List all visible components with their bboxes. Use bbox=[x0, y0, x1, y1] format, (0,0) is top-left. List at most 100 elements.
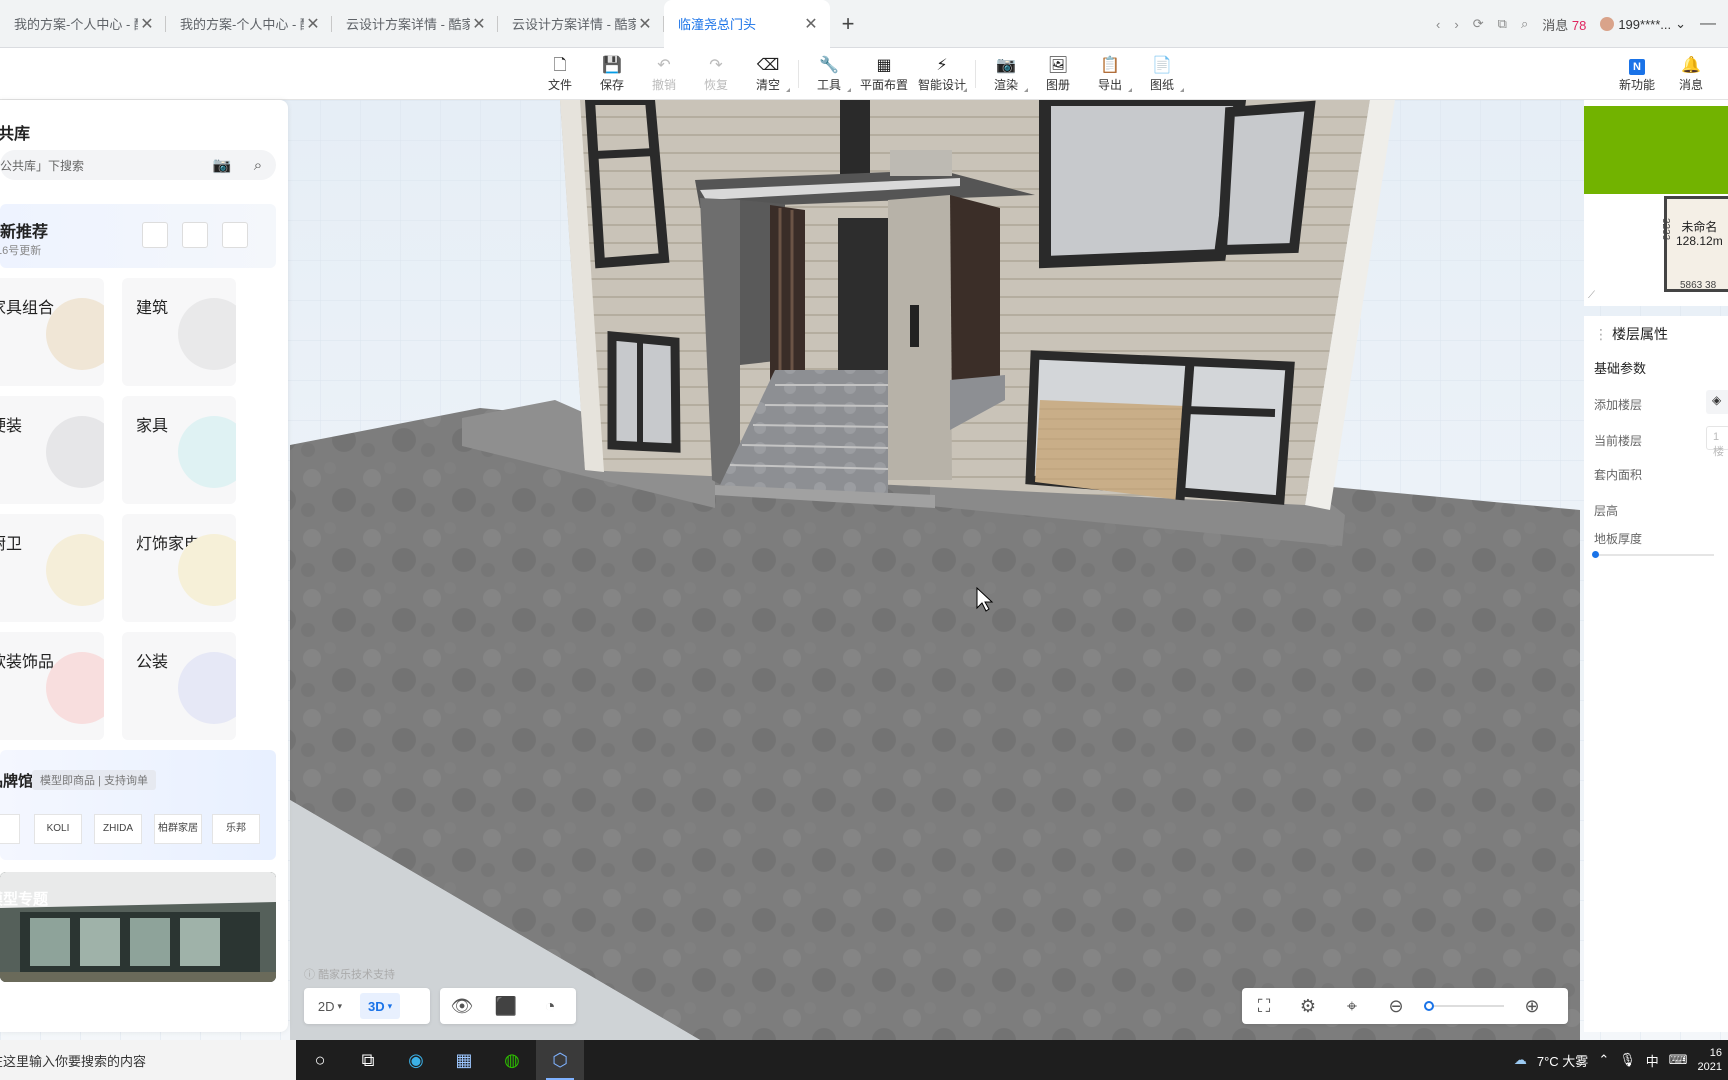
current-floor-select[interactable]: 1楼 bbox=[1706, 426, 1728, 458]
resize-handle-icon[interactable]: ⟋ bbox=[1588, 290, 1595, 301]
close-icon[interactable]: ✕ bbox=[304, 14, 322, 34]
browser-tab[interactable]: 我的方案-个人中心 - 酷家 ✕ bbox=[166, 0, 332, 48]
brand-logo[interactable] bbox=[0, 814, 20, 844]
browser-tab[interactable]: 云设计方案详情 - 酷家乐 ✕ bbox=[332, 0, 498, 48]
clear-button[interactable]: ⌫ 清空 bbox=[742, 48, 794, 100]
taskbar-search[interactable]: 在这里输入你要搜索的内容 bbox=[0, 1040, 296, 1080]
focus-icon[interactable]: ⌖ bbox=[1330, 988, 1374, 1024]
cortana-icon[interactable]: ○ bbox=[296, 1040, 344, 1080]
chevron-up-icon[interactable]: ⌃ bbox=[1598, 1052, 1609, 1068]
category-commercial[interactable]: 公装 bbox=[122, 632, 236, 740]
clock[interactable]: 16 2021 bbox=[1698, 1046, 1722, 1074]
taskbar-search-input[interactable]: 在这里输入你要搜索的内容 bbox=[0, 1051, 146, 1070]
album-button[interactable]: 🖼 图册 bbox=[1032, 48, 1084, 100]
category-soft-decor[interactable]: 软装饰品 bbox=[0, 632, 104, 740]
minimize-icon[interactable]: — bbox=[1700, 15, 1716, 33]
message-indicator[interactable]: 消息 78 bbox=[1542, 15, 1586, 34]
user-menu[interactable]: 199****... ⌄ bbox=[1600, 16, 1686, 32]
camera-settings-icon[interactable]: ⚙ bbox=[1286, 988, 1330, 1024]
wechat-icon[interactable]: ◍ bbox=[488, 1040, 536, 1080]
browser-tab[interactable]: 云设计方案详情 - 酷家乐 ✕ bbox=[498, 0, 664, 48]
export-button[interactable]: 📋 导出 bbox=[1084, 48, 1136, 100]
zoom-out-icon[interactable]: ⊖ bbox=[1374, 988, 1418, 1024]
add-floor-button[interactable]: ◈ bbox=[1706, 390, 1728, 414]
chair-icon bbox=[178, 416, 236, 488]
zoom-handle[interactable] bbox=[1424, 1001, 1434, 1011]
gauge-icon[interactable]: ◔ bbox=[528, 988, 572, 1024]
brand-logo[interactable]: 乐邦 bbox=[212, 814, 260, 844]
category-hard-decor[interactable]: 硬装 bbox=[0, 396, 104, 504]
recommend-thumb[interactable] bbox=[182, 222, 208, 248]
brand-logo[interactable]: 柏群家居 bbox=[154, 814, 202, 844]
tech-support-text: 酷家乐技术支持 bbox=[318, 969, 396, 981]
notifications-button[interactable]: 🔔 消息 bbox=[1664, 48, 1718, 100]
close-icon[interactable]: ✕ bbox=[138, 14, 156, 34]
drag-handle-icon[interactable]: ⋮ bbox=[1594, 326, 1608, 342]
kujiale-app-icon[interactable]: ⬡ bbox=[536, 1040, 584, 1080]
3d-button[interactable]: 3D ▾ bbox=[360, 993, 401, 1019]
model-topic-banner[interactable]: 模型专题 bbox=[0, 872, 276, 982]
undo-button[interactable]: ↶ 撤销 bbox=[638, 48, 690, 100]
topic-title: 模型专题 bbox=[0, 891, 49, 908]
close-icon[interactable]: ✕ bbox=[636, 14, 654, 34]
new-tab-button[interactable]: + bbox=[830, 11, 866, 37]
recommend-thumb[interactable] bbox=[142, 222, 168, 248]
caret-icon bbox=[963, 88, 967, 92]
save-button[interactable]: 💾 保存 bbox=[586, 48, 638, 100]
microphone-icon[interactable]: 🎙 bbox=[1619, 1052, 1636, 1068]
browser-right-controls: ‹ › ⟳ ⧉ ⌕ 消息 78 199****... ⌄ — bbox=[1436, 0, 1728, 48]
recommend-thumb[interactable] bbox=[222, 222, 248, 248]
category-architecture[interactable]: 建筑 bbox=[122, 278, 236, 386]
redo-button[interactable]: ↷ 恢复 bbox=[690, 48, 742, 100]
current-floor-value: 1楼 bbox=[1713, 431, 1724, 458]
close-icon[interactable]: ✕ bbox=[802, 14, 820, 34]
smart-design-button[interactable]: ⚡ 智能设计 bbox=[913, 48, 971, 100]
calculator-icon[interactable]: ▦ bbox=[440, 1040, 488, 1080]
close-icon[interactable]: ✕ bbox=[470, 14, 488, 34]
edge-icon[interactable]: ◉ bbox=[392, 1040, 440, 1080]
fit-view-icon[interactable]: ⛶ bbox=[1242, 988, 1286, 1024]
search-icon[interactable]: ⌕ bbox=[240, 157, 276, 174]
brand-hall[interactable]: 品牌馆 模型即商品 | 支持询单 KOLI ZHIDA 柏群家居 乐邦 bbox=[0, 750, 276, 860]
render-button[interactable]: 📷 渲染 bbox=[980, 48, 1032, 100]
library-search[interactable]: 「公共库」下搜索 📷 ⌕ bbox=[0, 150, 276, 180]
keyboard-icon[interactable]: ⌨ bbox=[1669, 1052, 1688, 1068]
row-floor-height: 层高 bbox=[1594, 504, 1619, 518]
floor-thickness-slider[interactable] bbox=[1592, 551, 1714, 558]
minimap-dimension: 5863 38 bbox=[1680, 280, 1716, 291]
weather-text[interactable]: 7°C 大雾 bbox=[1537, 1051, 1588, 1070]
layout-button[interactable]: ▦ 平面布置 bbox=[855, 48, 913, 100]
eye-icon[interactable]: 👁 bbox=[440, 988, 484, 1024]
screenshot-icon[interactable]: ⧉ bbox=[1498, 16, 1507, 32]
refresh-icon[interactable]: ⟳ bbox=[1473, 16, 1484, 32]
2d-button[interactable]: 2D ▾ bbox=[304, 988, 356, 1024]
category-furniture[interactable]: 家具 bbox=[122, 396, 236, 504]
cube-icon[interactable]: ⬛ bbox=[484, 988, 528, 1024]
search-icon[interactable]: ⌕ bbox=[1521, 16, 1528, 32]
category-furniture-set[interactable]: 家具组合 bbox=[0, 278, 104, 386]
chevron-down-icon: ⌄ bbox=[1675, 16, 1686, 31]
zoom-in-icon[interactable]: ⊕ bbox=[1510, 988, 1554, 1024]
layers-icon: ◈ bbox=[1712, 393, 1722, 407]
search-input[interactable]: 「公共库」下搜索 bbox=[0, 157, 204, 174]
camera-search-icon[interactable]: 📷 bbox=[204, 156, 240, 174]
browser-tab[interactable]: 我的方案-个人中心 - 酷家 ✕ bbox=[0, 0, 166, 48]
browser-tab-active[interactable]: 临潼尧总门头 ✕ bbox=[664, 0, 830, 48]
tools-button[interactable]: 🔧 工具 bbox=[803, 48, 855, 100]
minimap[interactable]: 未命名 128.12m 3233 5863 38 ⟋ bbox=[1584, 100, 1728, 306]
brand-logo[interactable]: ZHIDA bbox=[94, 814, 142, 844]
slider-handle[interactable] bbox=[1592, 551, 1599, 558]
drawing-button[interactable]: 📄 图纸 bbox=[1136, 48, 1188, 100]
back-icon[interactable]: ‹ bbox=[1436, 17, 1440, 32]
render-label: 渲染 bbox=[993, 77, 1018, 92]
brand-logo[interactable]: KOLI bbox=[34, 814, 82, 844]
zoom-slider[interactable] bbox=[1424, 1001, 1504, 1011]
file-button[interactable]: 🗋 文件 bbox=[534, 48, 586, 100]
ime-indicator[interactable]: 中 bbox=[1646, 1051, 1659, 1070]
category-lighting-appliance[interactable]: 灯饰家电 bbox=[122, 514, 236, 622]
forward-icon[interactable]: › bbox=[1454, 17, 1458, 32]
category-kitchen-bath[interactable]: 厨卫 bbox=[0, 514, 104, 622]
task-view-icon[interactable]: ⧉ bbox=[344, 1040, 392, 1080]
recommend-card[interactable]: 最新推荐 16号更新 bbox=[0, 204, 276, 268]
new-feature-button[interactable]: N 新功能 bbox=[1610, 48, 1664, 100]
